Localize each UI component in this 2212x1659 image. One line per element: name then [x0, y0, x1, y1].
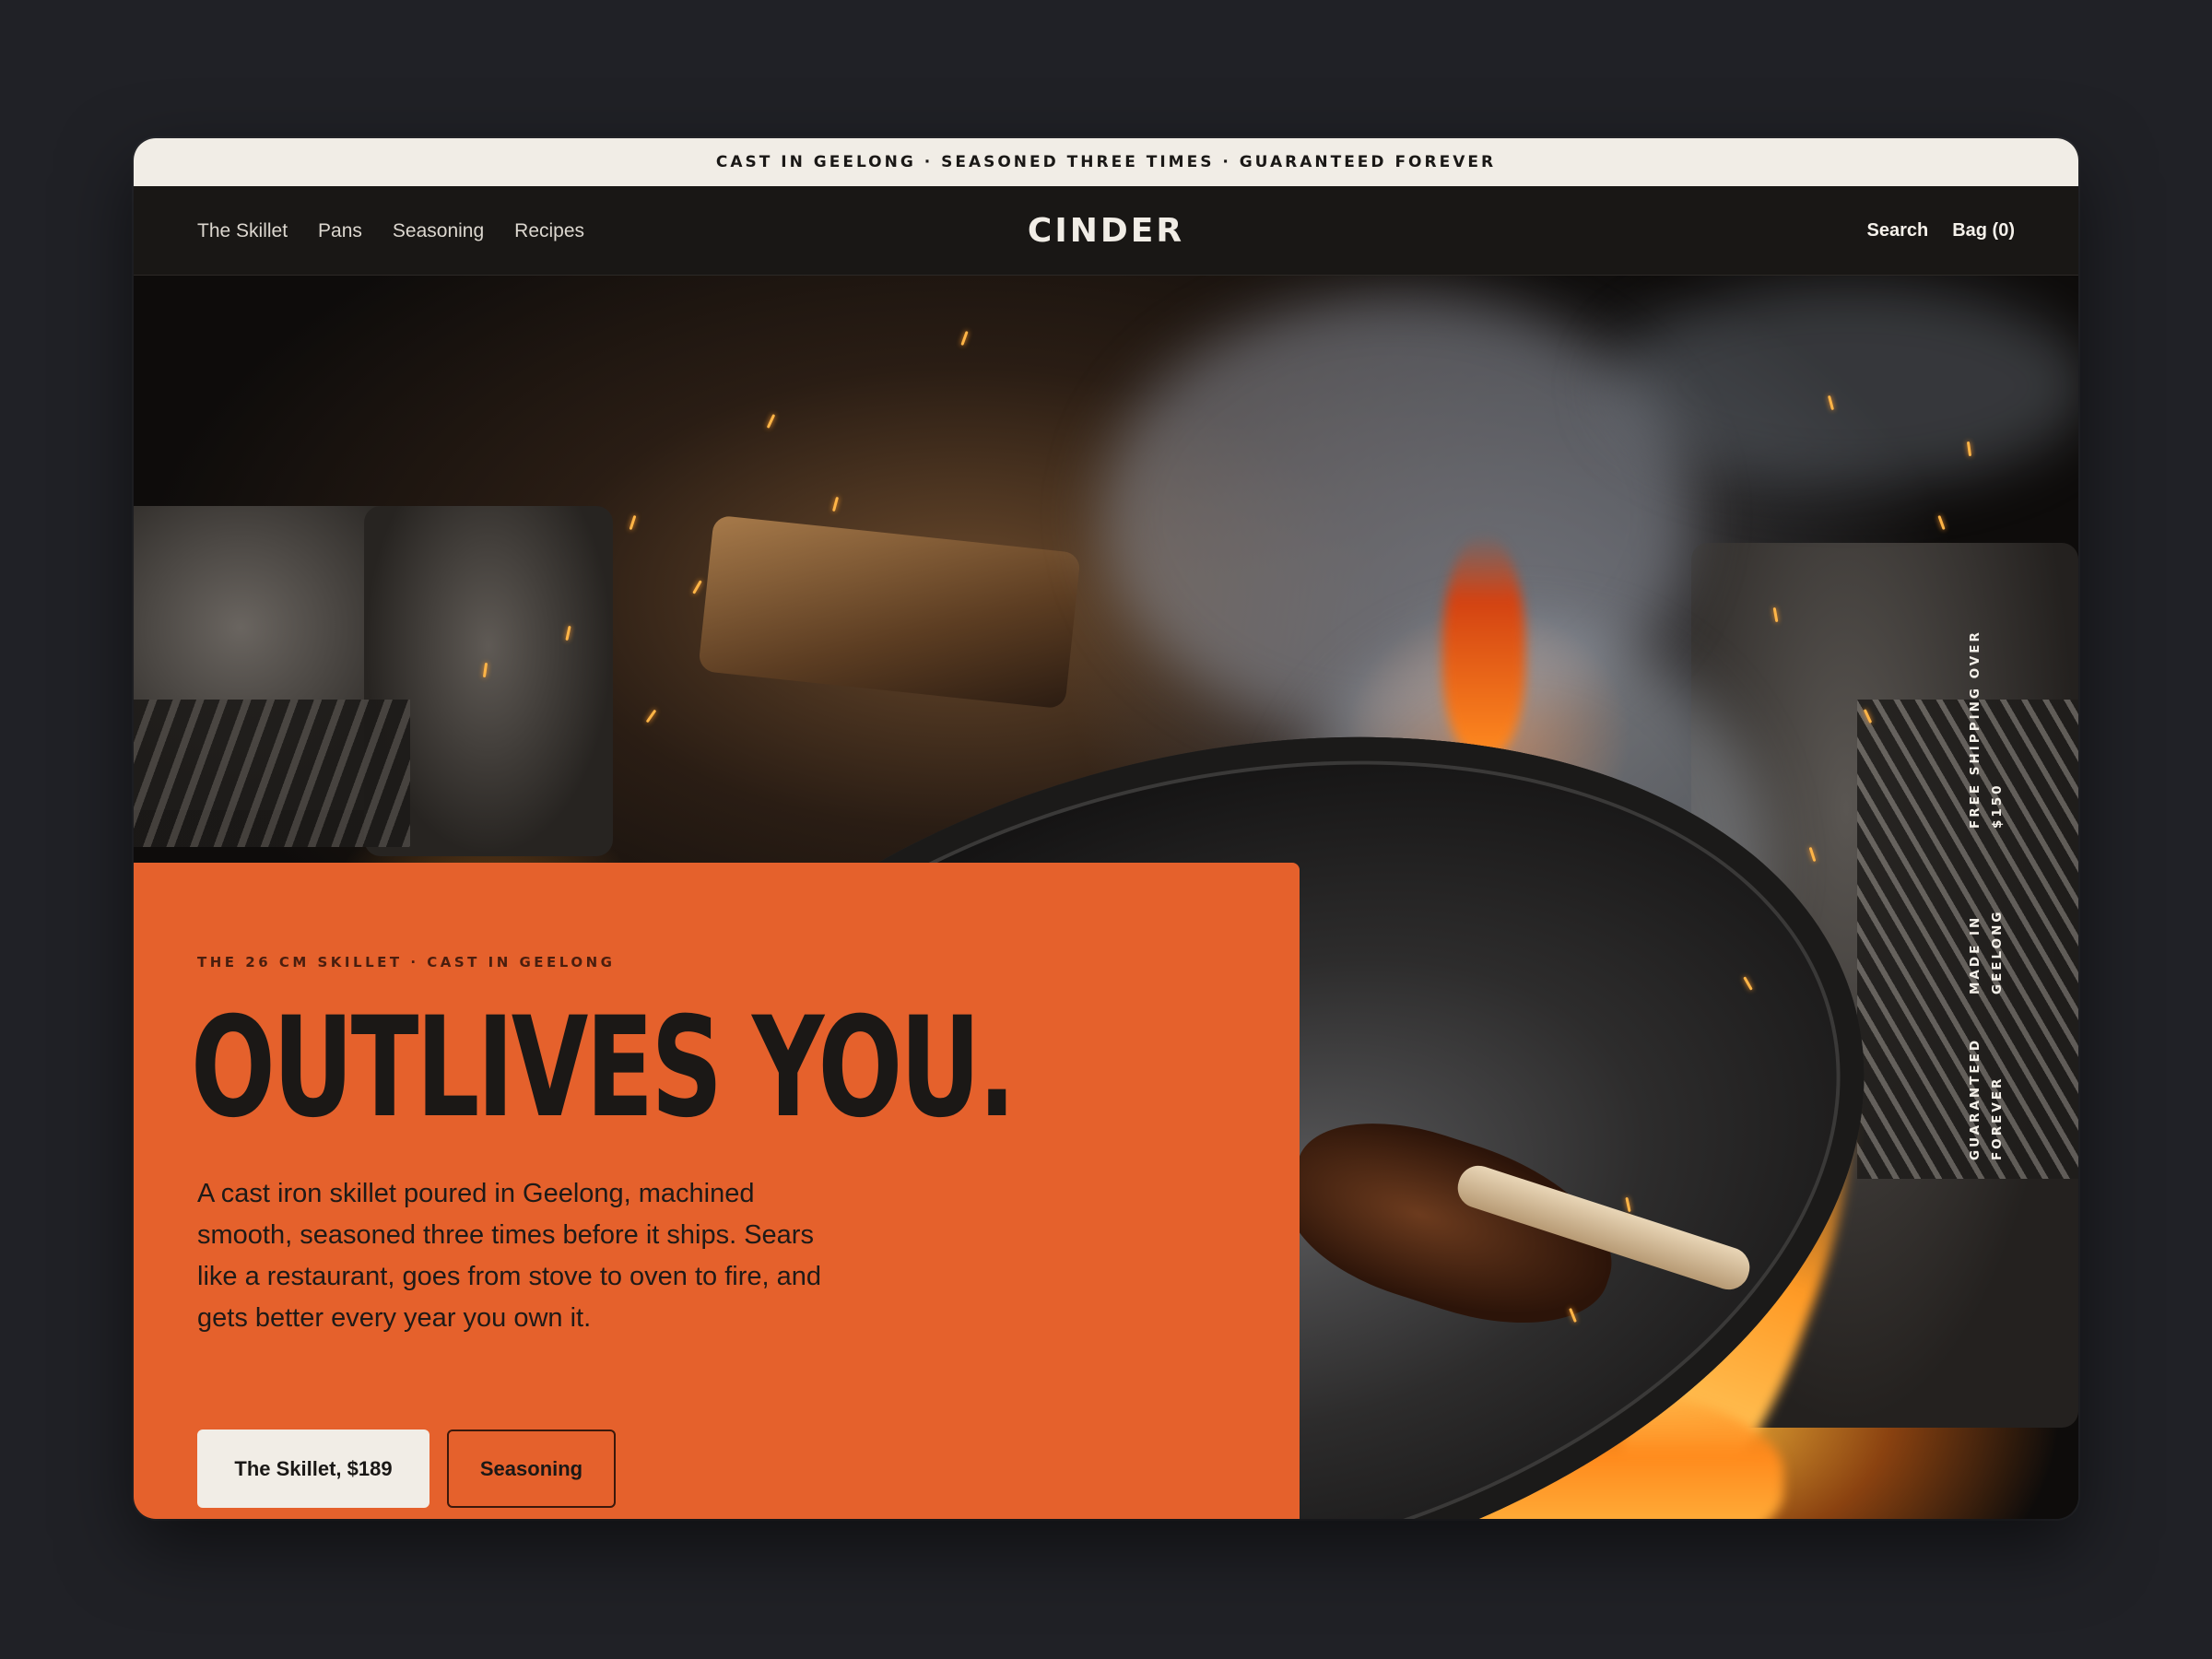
seasoning-button[interactable]: Seasoning	[447, 1430, 616, 1508]
announcement-bar: CAST IN GEELONG · SEASONED THREE TIMES ·…	[134, 138, 2078, 186]
hero-panel: THE 26 CM SKILLET · CAST IN GEELONG OUTL…	[134, 863, 1300, 1519]
hero-body: A cast iron skillet poured in Geelong, m…	[197, 1179, 822, 1333]
main-nav: The Skillet Pans Seasoning Recipes CINDE…	[134, 186, 2078, 276]
spark	[629, 514, 637, 531]
nav-link-pans[interactable]: Pans	[318, 220, 362, 242]
spark	[960, 330, 969, 347]
nav-links: The Skillet Pans Seasoning Recipes	[197, 186, 584, 276]
spark	[831, 496, 840, 512]
nav-actions: Search Bag (0)	[1866, 186, 2015, 276]
origin-badge: MADE IN GEELONG	[1968, 909, 2005, 994]
spark	[1937, 514, 1946, 531]
brand-logo[interactable]: CINDER	[1028, 186, 1184, 276]
left-grate	[134, 700, 410, 847]
nav-link-recipes[interactable]: Recipes	[514, 220, 584, 242]
guarantee-badge: GUARANTEED FOREVER	[1968, 1037, 2005, 1160]
search-link[interactable]: Search	[1866, 220, 1928, 241]
nav-link-the-skillet[interactable]: The Skillet	[197, 220, 288, 242]
browser-window: CAST IN GEELONG · SEASONED THREE TIMES ·…	[134, 138, 2078, 1519]
spark	[645, 709, 657, 724]
hero-headline: OUTLIVES YOU.	[191, 988, 1016, 1148]
flame-back	[1442, 534, 1525, 755]
bag-link[interactable]: Bag (0)	[1952, 220, 2015, 241]
wood-log	[698, 514, 1081, 710]
smoke-plume-3	[1608, 285, 2078, 488]
hero-eyebrow: THE 26 CM SKILLET · CAST IN GEELONG	[197, 954, 616, 971]
spark	[692, 580, 702, 594]
spark	[766, 414, 776, 429]
shipping-badge: FREE SHIPPING OVER $150	[1968, 629, 2005, 829]
nav-link-seasoning[interactable]: Seasoning	[393, 220, 484, 242]
shop-skillet-button[interactable]: The Skillet, $189	[197, 1430, 429, 1508]
